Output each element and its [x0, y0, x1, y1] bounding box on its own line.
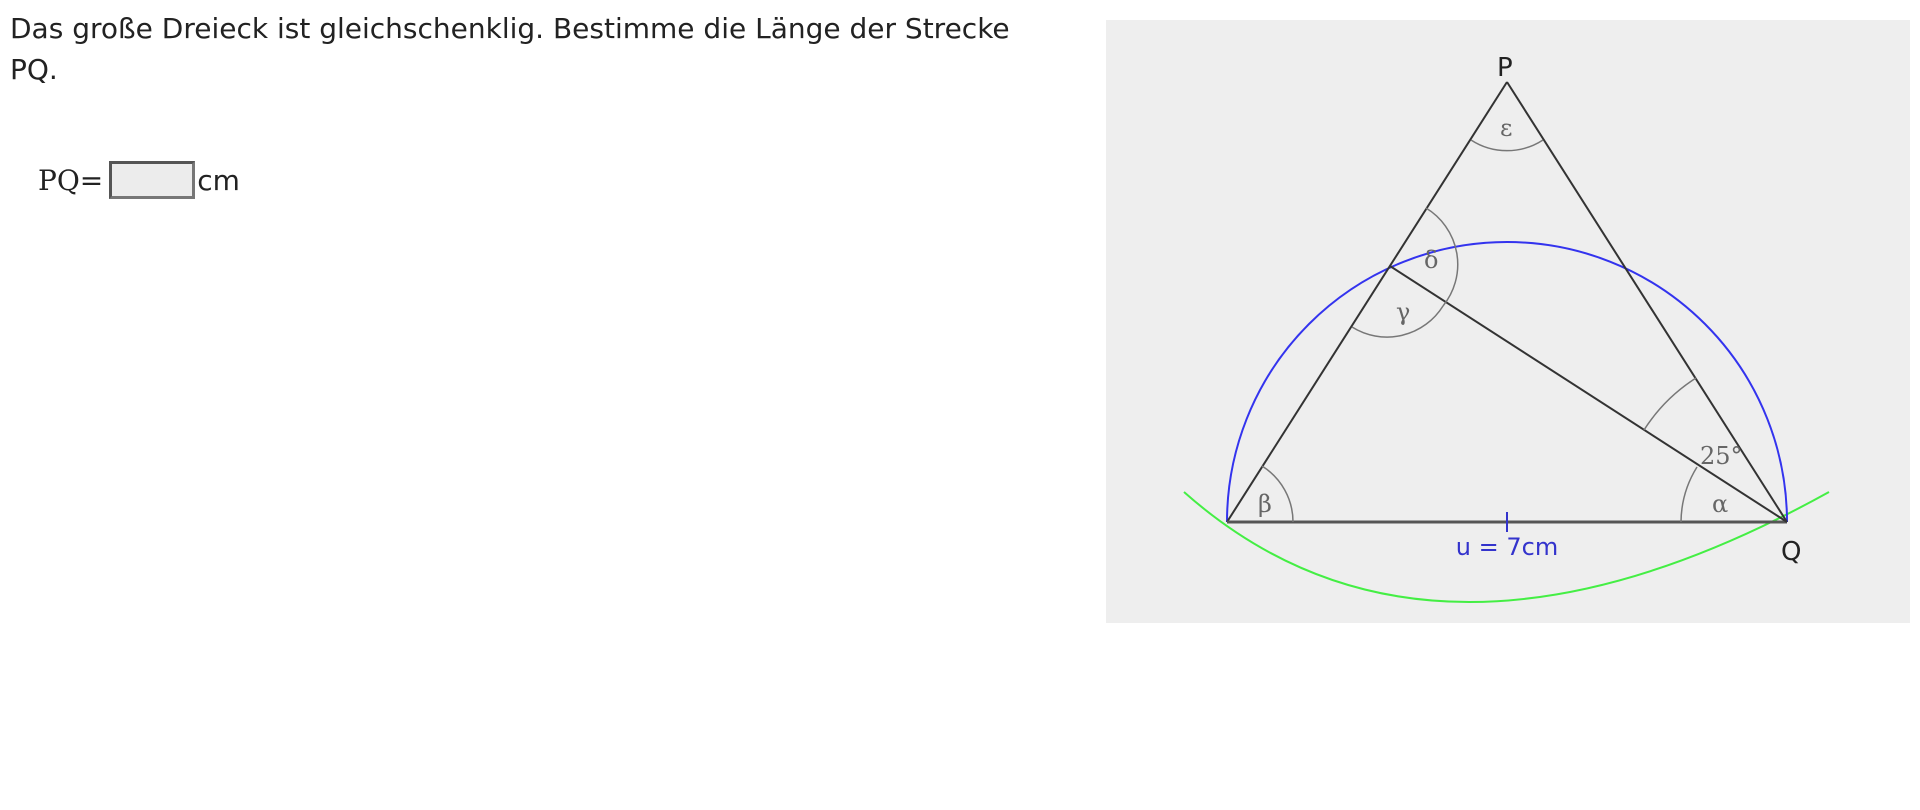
angle-label-alpha: α	[1712, 490, 1728, 518]
blue-semicircle	[1226, 241, 1788, 523]
inner-segment	[1389, 265, 1788, 523]
triangle-diagram: ε δ γ β α 25° P Q u = 7cm	[1183, 53, 1830, 603]
angle-label-delta: δ	[1424, 246, 1438, 274]
angle-label-gamma: γ	[1396, 298, 1410, 326]
angle-arc-alpha	[1680, 466, 1698, 523]
pq-answer-input[interactable]	[109, 161, 196, 199]
answer-label: PQ=	[38, 163, 104, 197]
angle-label-epsilon: ε	[1500, 114, 1512, 142]
angle-label-25: 25°	[1700, 442, 1743, 470]
point-label-q: Q	[1781, 537, 1801, 567]
base-length-label: u = 7cm	[1456, 533, 1558, 561]
geometry-figure: ε δ γ β α 25° P Q u = 7cm	[1106, 20, 1910, 623]
angle-label-beta: β	[1258, 490, 1272, 518]
task-text: Das große Dreieck ist gleichschenklig. B…	[10, 12, 1010, 86]
point-label-p: P	[1497, 53, 1513, 83]
side-right	[1506, 81, 1788, 523]
answer-row: PQ= cm	[38, 160, 240, 200]
side-left	[1226, 81, 1508, 523]
angle-arc-25	[1643, 377, 1697, 431]
answer-unit: cm	[197, 163, 240, 197]
